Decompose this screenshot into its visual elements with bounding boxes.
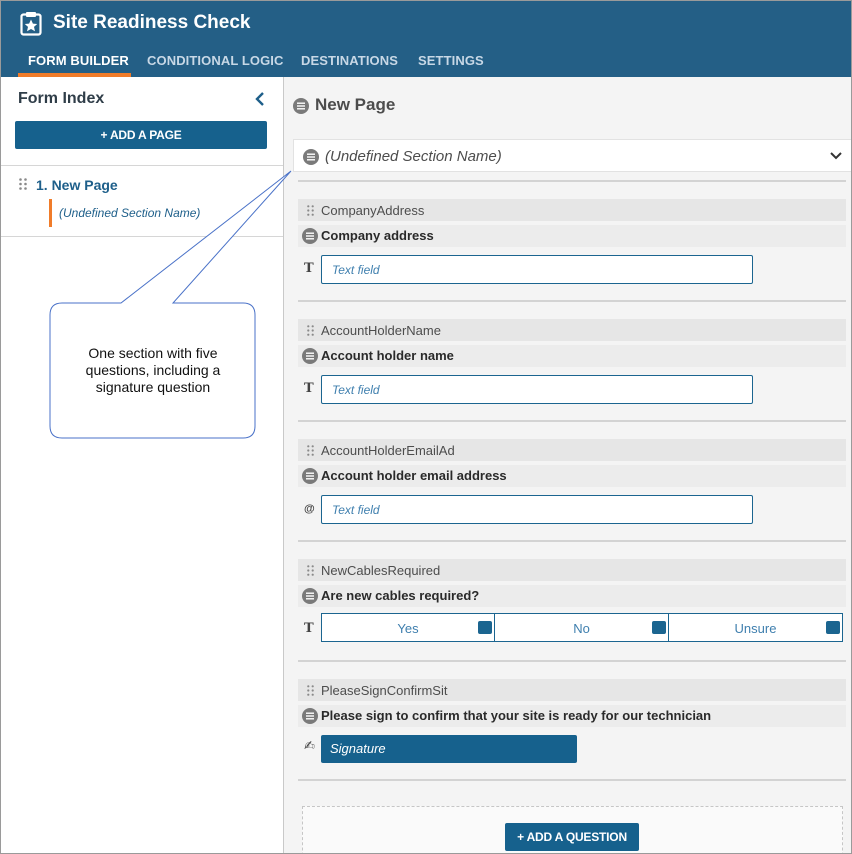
question-name-bar: CompanyAddress: [298, 199, 846, 221]
question-name: AccountHolderEmailAd: [321, 443, 455, 458]
choice-group: Yes No Unsure: [321, 613, 843, 642]
signature-label: Signature: [330, 741, 386, 756]
chevron-left-icon[interactable]: [251, 89, 269, 109]
question-name-bar: AccountHolderName: [298, 319, 846, 341]
choice-option-yes[interactable]: Yes: [321, 613, 495, 642]
drag-handle-icon[interactable]: [307, 445, 314, 456]
tab-conditional-logic[interactable]: CONDITIONAL LOGIC: [147, 53, 284, 68]
menu-circle-icon[interactable]: [303, 149, 319, 165]
question-name: CompanyAddress: [321, 203, 425, 218]
tab-destinations[interactable]: DESTINATIONS: [301, 53, 398, 68]
email-type-icon: @: [304, 503, 315, 515]
divider: [1, 236, 283, 237]
divider: [298, 300, 846, 302]
text-type-icon: T: [304, 261, 314, 276]
question-name: AccountHolderName: [321, 323, 441, 338]
add-question-button[interactable]: + ADD A QUESTION: [505, 823, 639, 851]
question-label: Account holder name: [321, 348, 454, 363]
checkbox-icon[interactable]: [478, 621, 492, 634]
text-type-icon: T: [304, 381, 314, 396]
question-label-bar: Are new cables required?: [298, 585, 846, 607]
divider: [298, 660, 846, 662]
question-name-bar: NewCablesRequired: [298, 559, 846, 581]
drag-handle-icon[interactable]: [307, 565, 314, 576]
question-label-bar: Account holder name: [298, 345, 846, 367]
text-field-input[interactable]: Text field: [321, 255, 753, 284]
menu-circle-icon[interactable]: [302, 468, 318, 484]
question-label-bar: Account holder email address: [298, 465, 846, 487]
app-title: Site Readiness Check: [53, 12, 251, 33]
callout-text: One section with five questions, includi…: [85, 345, 221, 395]
question-label: Please sign to confirm that your site is…: [321, 708, 712, 723]
question-label: Account holder email address: [321, 468, 507, 483]
divider: [1, 165, 283, 166]
signature-field[interactable]: Signature: [321, 735, 577, 763]
sidebar-title: Form Index: [18, 90, 105, 107]
menu-circle-icon[interactable]: [302, 348, 318, 364]
question-label: Are new cables required?: [321, 588, 480, 603]
question-name-bar: AccountHolderEmailAd: [298, 439, 846, 461]
section-header[interactable]: (Undefined Section Name): [293, 139, 851, 172]
question-block: PleaseSignConfirmSit Please sign to conf…: [298, 679, 846, 799]
question-label: Company address: [321, 228, 434, 243]
menu-circle-icon[interactable]: [302, 228, 318, 244]
choice-label: No: [573, 621, 590, 636]
divider: [298, 540, 846, 542]
divider: [298, 180, 846, 182]
menu-circle-icon[interactable]: [302, 708, 318, 724]
app-window: Site Readiness Check FORM BUILDER CONDIT…: [0, 0, 852, 854]
sidebar-item-section[interactable]: (Undefined Section Name): [59, 206, 200, 220]
clipboard-star-icon: [20, 12, 42, 36]
question-label-bar: Company address: [298, 225, 846, 247]
text-field-input[interactable]: Text field: [321, 375, 753, 404]
section-title: (Undefined Section Name): [325, 148, 502, 165]
app-header: Site Readiness Check FORM BUILDER CONDIT…: [1, 1, 851, 77]
form-index-sidebar: Form Index + ADD A PAGE 1. New Page (Und…: [1, 77, 284, 853]
divider: [298, 420, 846, 422]
divider: [298, 779, 846, 781]
tab-settings[interactable]: SETTINGS: [418, 53, 484, 68]
checkbox-icon[interactable]: [652, 621, 666, 634]
form-canvas: New Page (Undefined Section Name) Compan…: [284, 77, 851, 853]
menu-circle-icon[interactable]: [302, 588, 318, 604]
selected-section-indicator: [49, 199, 52, 227]
drag-handle-icon[interactable]: [307, 205, 314, 216]
text-type-icon: T: [304, 621, 314, 636]
text-field-placeholder: Text field: [332, 503, 380, 517]
tab-form-builder[interactable]: FORM BUILDER: [28, 53, 129, 68]
menu-circle-icon[interactable]: [293, 98, 309, 114]
choice-option-unsure[interactable]: Unsure: [668, 613, 843, 642]
choice-label: Unsure: [734, 621, 777, 636]
drag-handle-icon[interactable]: [19, 178, 27, 190]
drag-handle-icon[interactable]: [307, 685, 314, 696]
signature-type-icon: ✍: [304, 739, 315, 754]
add-question-area: + ADD A QUESTION: [302, 806, 843, 853]
text-field-placeholder: Text field: [332, 383, 380, 397]
add-page-button[interactable]: + ADD A PAGE: [15, 121, 267, 149]
chevron-down-icon[interactable]: [829, 150, 843, 162]
text-field-placeholder: Text field: [332, 263, 380, 277]
drag-handle-icon[interactable]: [307, 325, 314, 336]
email-field-input[interactable]: Text field: [321, 495, 753, 524]
question-name-bar: PleaseSignConfirmSit: [298, 679, 846, 701]
question-name: PleaseSignConfirmSit: [321, 683, 448, 698]
page-title: New Page: [315, 95, 396, 114]
sidebar-item-page[interactable]: 1. New Page: [36, 177, 118, 193]
choice-option-no[interactable]: No: [494, 613, 669, 642]
choice-label: Yes: [397, 621, 419, 636]
question-label-bar: Please sign to confirm that your site is…: [298, 705, 846, 727]
question-name: NewCablesRequired: [321, 563, 441, 578]
checkbox-icon[interactable]: [826, 621, 840, 634]
